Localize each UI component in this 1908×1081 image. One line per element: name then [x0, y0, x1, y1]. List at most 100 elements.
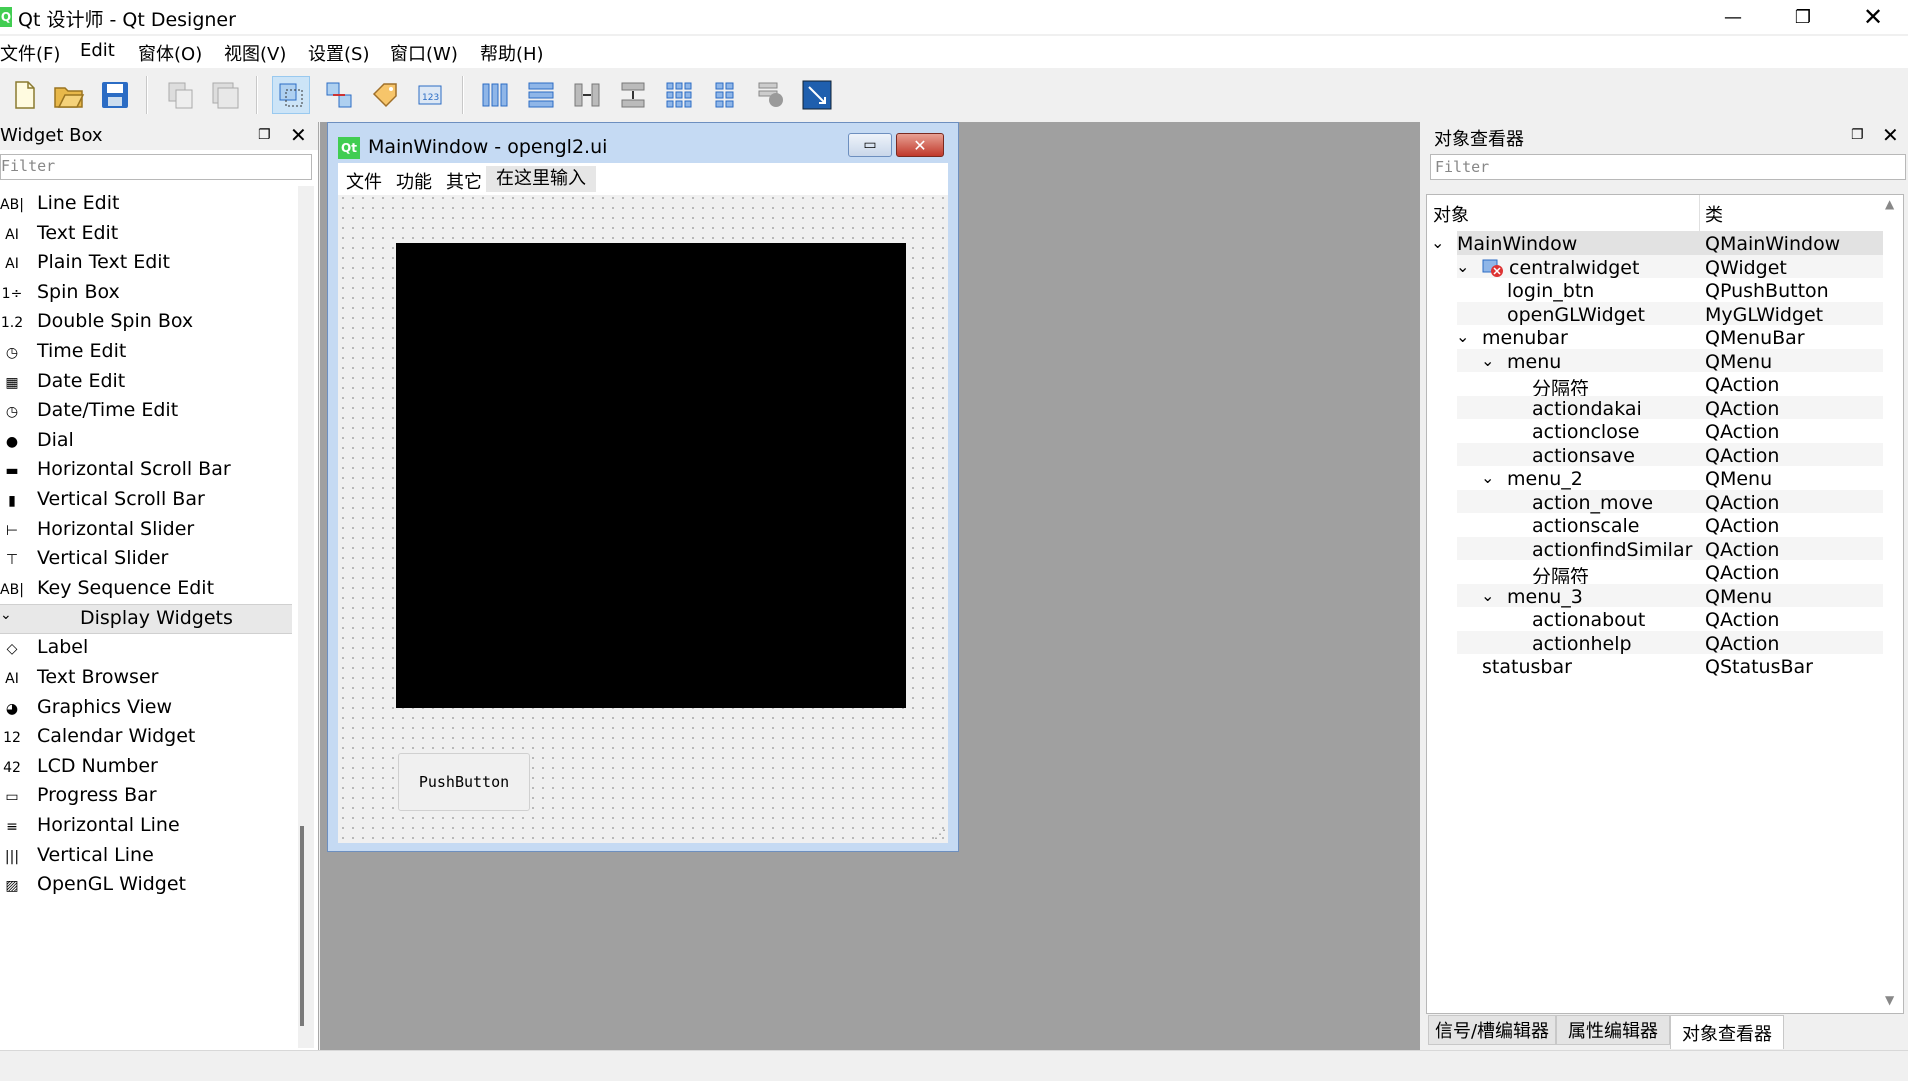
menu-file[interactable]: 文件(F) [0, 40, 60, 66]
date-edit-icon: ▦ [5, 374, 19, 391]
push-button[interactable]: PushButton [398, 753, 530, 811]
tree-row[interactable]: 分隔符 QAction [1457, 560, 1883, 588]
tree-row[interactable]: action_move QAction [1457, 489, 1883, 514]
tree-object-name: login_btn [1507, 280, 1595, 302]
column-divider[interactable] [1699, 195, 1700, 231]
close-panel-icon[interactable]: ✕ [1882, 123, 1899, 147]
spin-box-icon: 1÷ [1, 285, 23, 302]
widget-item-label: Date/Time Edit [37, 399, 179, 422]
tab-object-inspector[interactable]: 对象查看器 [1670, 1015, 1784, 1049]
layout-horizontal-icon[interactable] [476, 76, 514, 114]
scroll-down-icon[interactable]: ▼ [1885, 993, 1894, 1007]
save-icon[interactable] [96, 76, 134, 114]
tree-row[interactable]: 分隔符 QAction [1457, 372, 1883, 400]
chevron-down-icon[interactable]: ⌄ [1481, 586, 1494, 605]
form-titlebar[interactable]: Qt MainWindow - opengl2.ui ▭ ✕ [328, 123, 958, 161]
tree-row[interactable]: ⌄ MainWindow QMainWindow [1431, 231, 1883, 255]
double-spin-box-icon: 1.2 [0, 315, 24, 332]
tree-row[interactable]: ⌄ menu_2 QMenu [1457, 466, 1883, 490]
widget-box-scrollbar[interactable] [298, 186, 314, 1048]
open-folder-icon[interactable] [50, 76, 88, 114]
tree-object-class: QMenuBar [1705, 327, 1805, 349]
splitter-horizontal-icon[interactable] [568, 76, 606, 114]
float-panel-icon[interactable]: ❐ [258, 127, 271, 143]
widget-item[interactable]: ▨ OpenGL Widget [0, 867, 292, 903]
adjust-size-icon[interactable] [798, 76, 836, 114]
break-layout-icon[interactable] [752, 76, 790, 114]
chevron-down-icon[interactable]: ⌄ [1481, 468, 1494, 487]
tree-row[interactable]: ⌄ centralwidget QWidget [1456, 254, 1883, 279]
form-canvas[interactable]: 文件 功能 其它 在这里输入 PushButton ⋰ [338, 163, 948, 843]
menu-edit[interactable]: Edit [80, 40, 115, 61]
chevron-down-icon[interactable]: ⌄ [1481, 351, 1494, 370]
tree-row[interactable]: openGLWidget MyGLWidget [1457, 301, 1883, 326]
menu-window[interactable]: 窗口(W) [390, 40, 458, 66]
form-menu-other[interactable]: 其它 [446, 168, 482, 194]
form-window[interactable]: Qt MainWindow - opengl2.ui ▭ ✕ 文件 功能 其它 … [327, 122, 959, 852]
restore-button[interactable]: ❐ [1768, 0, 1838, 34]
tree-row[interactable]: login_btn QPushButton [1457, 278, 1883, 302]
tree-row[interactable]: actionhelp QAction [1457, 630, 1883, 655]
tab-signal-slot-editor[interactable]: 信号/槽编辑器 [1428, 1015, 1556, 1045]
widget-box-filter-input[interactable]: Filter [0, 154, 312, 180]
widget-item[interactable]: AB| Key Sequence Edit [0, 571, 292, 607]
chevron-down-icon[interactable]: ⌄ [1456, 257, 1469, 276]
form-close-button[interactable]: ✕ [896, 133, 944, 157]
edit-signals-slots-icon[interactable] [320, 76, 358, 114]
close-window-button[interactable]: ✕ [1838, 0, 1908, 34]
layout-grid-icon[interactable] [660, 76, 698, 114]
chevron-down-icon[interactable]: ⌄ [1431, 233, 1444, 252]
tree-row[interactable]: actionsave QAction [1457, 442, 1883, 467]
form-minimize-button[interactable]: ▭ [848, 133, 892, 157]
time-edit-icon: ◷ [5, 345, 19, 361]
menu-help[interactable]: 帮助(H) [480, 40, 544, 66]
tree-row[interactable]: ⌄ menu_3 QMenu [1457, 583, 1883, 608]
tree-object-class: QPushButton [1705, 280, 1829, 302]
object-inspector-panel: 对象查看器 ❐ ✕ Filter 对象 类 ⌄ MainWindow QMainWi… [1426, 122, 1908, 1050]
form-menu-function[interactable]: 功能 [396, 168, 432, 194]
tree-row[interactable]: actiondakai QAction [1457, 395, 1883, 420]
widget-item-label: Dial [37, 428, 74, 451]
tree-object-class: QAction [1705, 374, 1780, 396]
column-header-class[interactable]: 类 [1705, 201, 1723, 227]
scroll-up-icon[interactable]: ▲ [1885, 197, 1894, 211]
splitter-vertical-icon[interactable] [614, 76, 652, 114]
opengl-widget[interactable] [396, 243, 906, 708]
inspector-tabs: 信号/槽编辑器 属性编辑器 对象查看器 [1426, 1015, 1908, 1049]
calendar-icon: 12 [3, 730, 21, 747]
float-panel-icon[interactable]: ❐ [1851, 127, 1864, 143]
layout-vertical-icon[interactable] [522, 76, 560, 114]
tree-row[interactable]: actionclose QAction [1457, 419, 1883, 443]
size-grip-icon[interactable]: ⋰ [934, 827, 946, 841]
widget-item-label: Vertical Slider [37, 547, 169, 570]
scrollbar-thumb[interactable] [300, 826, 304, 1026]
tree-object-name: actionfindSimilar [1532, 538, 1693, 561]
tree-object-name: menu_2 [1507, 468, 1583, 490]
menu-form[interactable]: 窗体(O) [138, 40, 202, 66]
layout-form-icon[interactable] [706, 76, 744, 114]
tab-property-editor[interactable]: 属性编辑器 [1556, 1015, 1670, 1045]
copy-icon[interactable] [162, 76, 200, 114]
tree-row[interactable]: actionscale QAction [1457, 513, 1883, 537]
tree-object-name: actionsave [1532, 444, 1635, 467]
tree-row[interactable]: ⌄ menubar QMenuBar [1456, 325, 1883, 349]
close-panel-icon[interactable]: ✕ [290, 123, 307, 147]
paste-icon[interactable] [206, 76, 244, 114]
form-menu-type-here[interactable]: 在这里输入 [486, 166, 596, 192]
tree-row[interactable]: ⌄ menu QMenu [1457, 348, 1883, 373]
form-menu-file[interactable]: 文件 [346, 168, 382, 194]
edit-widgets-icon[interactable] [272, 76, 310, 114]
tree-row[interactable]: actionabout QAction [1457, 607, 1883, 631]
tree-object-name: openGLWidget [1507, 303, 1645, 326]
object-inspector-filter-input[interactable]: Filter [1430, 154, 1906, 180]
menu-view[interactable]: 视图(V) [224, 40, 286, 66]
tree-row[interactable]: statusbar QStatusBar [1457, 654, 1883, 678]
edit-tab-order-icon[interactable]: 123 [412, 76, 450, 114]
column-header-object[interactable]: 对象 [1433, 201, 1469, 227]
minimize-button[interactable]: — [1698, 0, 1768, 34]
new-file-icon[interactable] [6, 76, 44, 114]
menu-settings[interactable]: 设置(S) [308, 40, 369, 66]
chevron-down-icon[interactable]: ⌄ [1456, 327, 1469, 346]
edit-buddies-icon[interactable] [366, 76, 404, 114]
tree-row[interactable]: actionfindSimilar QAction [1457, 536, 1883, 561]
